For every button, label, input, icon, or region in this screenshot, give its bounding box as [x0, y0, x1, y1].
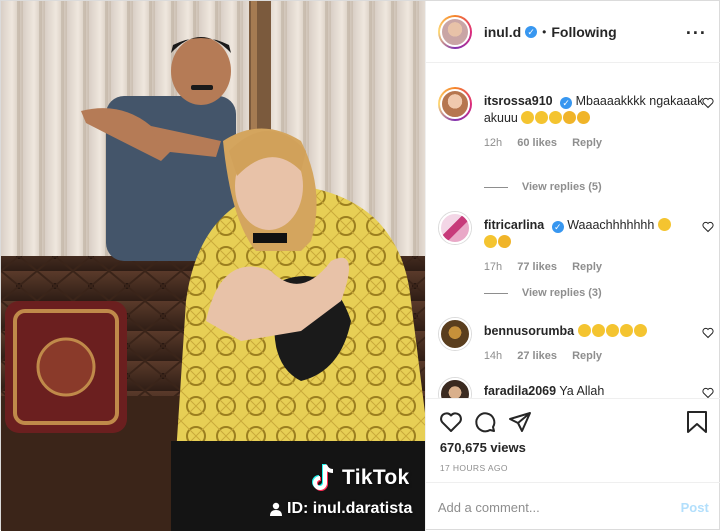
- laughing-emoji-icon: [535, 111, 549, 124]
- rofl-emoji-icon: [577, 324, 591, 337]
- comment-item: fitricarlina ✓ Waaachhhhhhh 17h 77 likes…: [437, 211, 714, 273]
- view-replies-button[interactable]: View replies (3): [483, 287, 602, 299]
- comments-list[interactable]: itsrossa910 ✓ Mbaaaakkkk ngakaaak akuuu …: [426, 63, 720, 398]
- tiktok-id-text: ID: inul.daratista: [287, 500, 413, 517]
- heart-eyes-emoji-icon: [657, 218, 671, 231]
- clapping-emoji-icon: [577, 111, 591, 124]
- comment-heart-icon[interactable]: [702, 221, 714, 233]
- author-avatar[interactable]: [437, 14, 472, 49]
- view-count[interactable]: 670,675 views: [440, 440, 526, 455]
- comment-heart-icon[interactable]: [702, 387, 714, 398]
- tiktok-user-id: ID: inul.daratista: [269, 500, 412, 518]
- comment-body: fitricarlina ✓ Waaachhhhhhh: [483, 211, 708, 251]
- verified-icon: ✓: [551, 221, 564, 233]
- header-separator: •: [542, 24, 547, 39]
- reply-button[interactable]: Reply: [572, 350, 602, 362]
- tiktok-icon: [310, 463, 336, 493]
- comment-text: Ya Allah: [559, 384, 605, 398]
- comment-meta: 17h 77 likes Reply: [484, 261, 708, 273]
- reply-button[interactable]: Reply: [572, 261, 602, 273]
- comment-username[interactable]: bennusorumba: [484, 324, 574, 338]
- person-icon: [270, 502, 282, 516]
- rofl-emoji-icon: [605, 324, 619, 337]
- reply-button[interactable]: Reply: [572, 137, 602, 149]
- author-username[interactable]: inul.d: [484, 24, 521, 40]
- comment-meta: 14h 27 likes Reply: [484, 350, 708, 362]
- tiktok-brand-text: TikTok: [342, 466, 410, 489]
- comment-likes[interactable]: 60 likes: [517, 137, 557, 149]
- heart-icon[interactable]: [439, 410, 463, 434]
- commenter-avatar[interactable]: [437, 377, 472, 398]
- commenter-avatar[interactable]: [437, 87, 472, 121]
- comment-likes[interactable]: 27 likes: [517, 350, 557, 362]
- comment-icon[interactable]: [473, 410, 497, 434]
- comment-item: bennusorumba 14h 27 likes Reply: [437, 317, 714, 362]
- add-comment-input[interactable]: [437, 499, 681, 515]
- post-video[interactable]: TikTok ID: inul.daratista: [1, 1, 425, 531]
- view-replies-label: View replies (3): [521, 287, 602, 299]
- comment-username[interactable]: faradila2069: [484, 384, 556, 398]
- comment-username[interactable]: fitricarlina: [484, 218, 544, 232]
- comment-time[interactable]: 17h: [484, 261, 502, 273]
- laughing-emoji-icon: [549, 111, 563, 124]
- emoji-group: [577, 324, 648, 338]
- post-header: inul.d ✓ • Following ···: [425, 1, 720, 63]
- rofl-emoji-icon: [633, 324, 647, 337]
- comment-heart-icon[interactable]: [702, 327, 714, 339]
- comment-likes[interactable]: 77 likes: [517, 261, 557, 273]
- tiktok-watermark: TikTok: [310, 463, 410, 493]
- post-timestamp[interactable]: 17 HOURS AGO: [440, 463, 508, 473]
- post-comment-button[interactable]: Post: [681, 500, 709, 515]
- comment-time[interactable]: 14h: [484, 350, 502, 362]
- comment-meta: 12h 60 likes Reply: [484, 137, 708, 149]
- post-dialog: TikTok ID: inul.daratista inul.d ✓ • Fol…: [0, 0, 720, 531]
- post-side-panel: inul.d ✓ • Following ··· itsrossa910 ✓ M…: [424, 1, 720, 531]
- laughing-emoji-icon: [483, 235, 497, 248]
- comment-body: itsrossa910 ✓ Mbaaaakkkk ngakaaak akuuu: [484, 87, 708, 127]
- view-replies-button[interactable]: View replies (5): [483, 181, 602, 193]
- comment-heart-icon[interactable]: [702, 97, 714, 109]
- share-icon[interactable]: [508, 410, 532, 434]
- comment-item: faradila2069 Ya Allah: [437, 377, 714, 398]
- laughing-emoji-icon: [521, 111, 535, 124]
- comment-body: bennusorumba: [484, 317, 708, 340]
- comment-time[interactable]: 12h: [484, 137, 502, 149]
- verified-icon: ✓: [525, 25, 538, 38]
- more-icon[interactable]: ···: [686, 23, 707, 44]
- rofl-emoji-icon: [619, 324, 633, 337]
- bookmark-icon[interactable]: [686, 410, 708, 434]
- view-replies-label: View replies (5): [521, 181, 602, 193]
- commenter-avatar[interactable]: [437, 211, 472, 245]
- emoji-group: [521, 111, 591, 125]
- comment-text: Waaachhhhhhh: [567, 218, 655, 232]
- comment-composer: Post: [425, 482, 720, 531]
- clapping-emoji-icon: [497, 235, 511, 248]
- rofl-emoji-icon: [591, 324, 605, 337]
- commenter-avatar[interactable]: [437, 317, 472, 351]
- verified-icon: ✓: [560, 97, 573, 109]
- clapping-emoji-icon: [563, 111, 577, 124]
- comment-item: itsrossa910 ✓ Mbaaaakkkk ngakaaak akuuu …: [437, 87, 714, 149]
- video-frame-image: [1, 1, 425, 531]
- post-actions: 670,675 views 17 HOURS AGO: [425, 398, 720, 482]
- following-button[interactable]: Following: [551, 24, 616, 40]
- comment-body: faradila2069 Ya Allah: [484, 377, 708, 398]
- comment-username[interactable]: itsrossa910: [484, 94, 553, 108]
